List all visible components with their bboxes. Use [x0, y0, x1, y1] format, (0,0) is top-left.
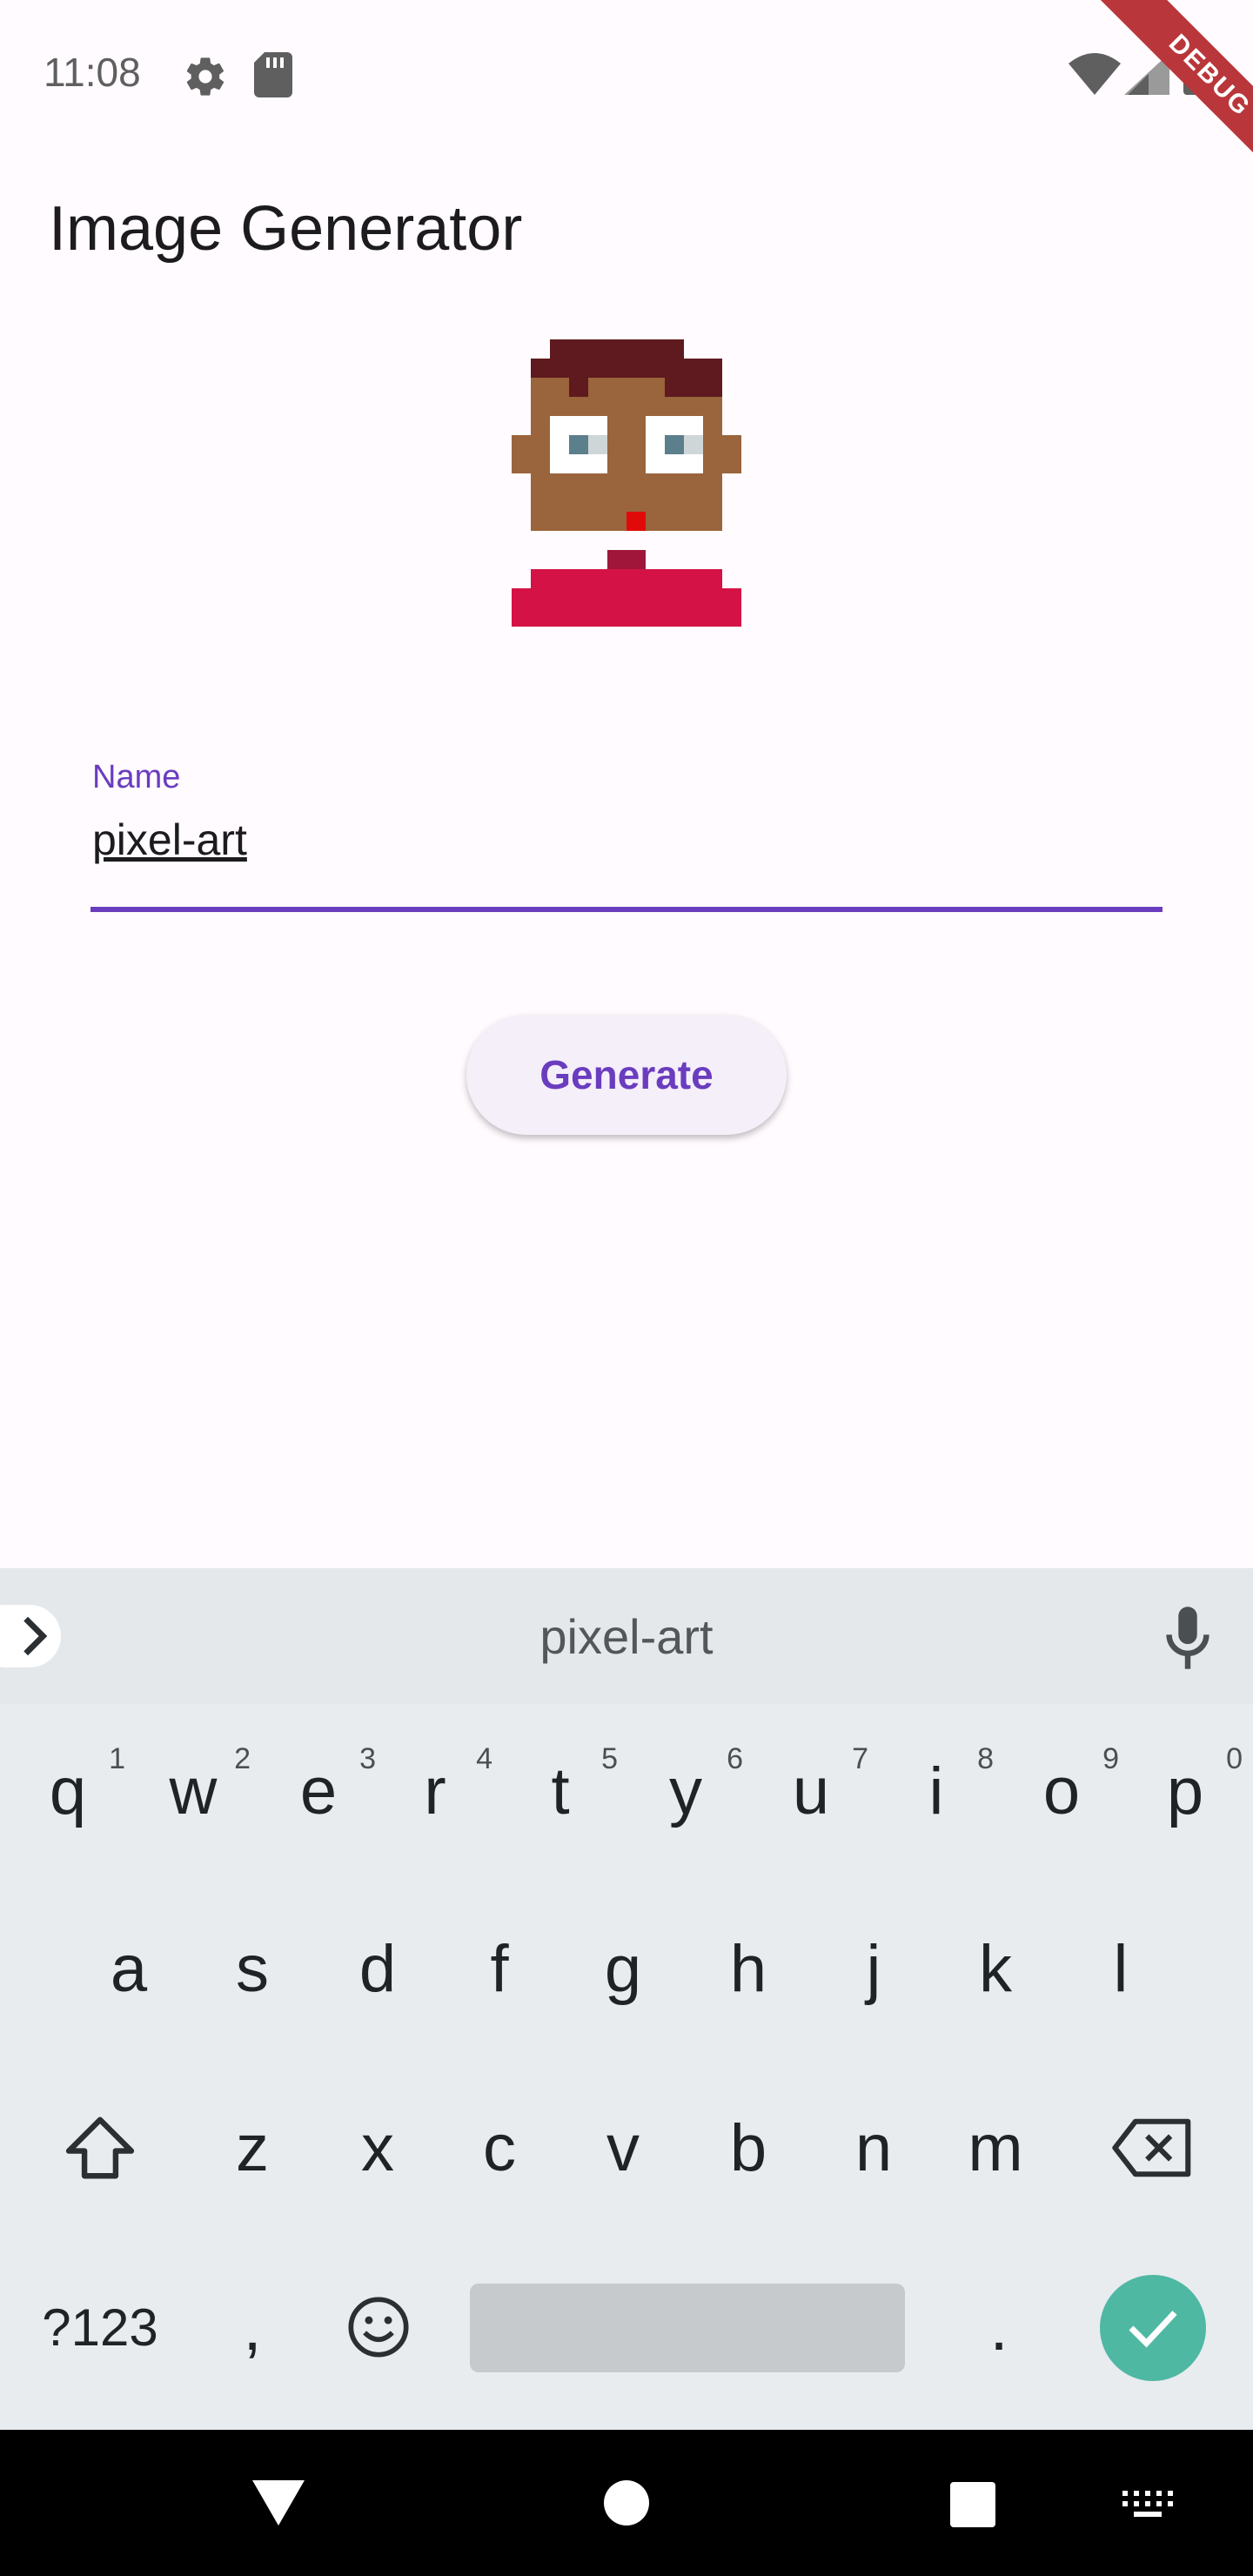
- debug-banner: DEBUG: [1079, 0, 1253, 174]
- symbols-key[interactable]: ?123: [17, 2240, 183, 2414]
- key-label: e: [299, 1754, 338, 1828]
- key-label: p: [1166, 1754, 1204, 1828]
- key-z[interactable]: z: [190, 2061, 315, 2235]
- key-p[interactable]: p0: [1122, 1704, 1248, 1878]
- key-d[interactable]: d: [315, 1882, 440, 2056]
- key-w[interactable]: w2: [131, 1704, 256, 1878]
- key-label: i: [928, 1754, 944, 1828]
- key-label: r: [424, 1754, 446, 1828]
- key-label: y: [669, 1754, 702, 1828]
- key-label: u: [792, 1754, 830, 1828]
- key-c[interactable]: c: [437, 2061, 562, 2235]
- enter-button[interactable]: [1100, 2275, 1206, 2381]
- key-hint: 6: [727, 1742, 743, 1775]
- key-hint: 9: [1102, 1742, 1119, 1775]
- status-time: 11:08: [44, 50, 141, 95]
- pixel-avatar-icon: [512, 339, 741, 627]
- key-j[interactable]: j: [811, 1882, 936, 2056]
- key-m[interactable]: m: [933, 2061, 1058, 2235]
- suggestion-word[interactable]: pixel-art: [0, 1608, 1253, 1665]
- status-bar: 11:08 DEBUG: [0, 0, 1253, 174]
- name-input[interactable]: [92, 809, 1161, 870]
- key-hint: 0: [1226, 1742, 1243, 1775]
- key-hint: 7: [852, 1742, 868, 1775]
- key-y[interactable]: y6: [623, 1704, 748, 1878]
- key-hint: 5: [601, 1742, 618, 1775]
- debug-banner-label: DEBUG: [1094, 0, 1253, 174]
- key-e[interactable]: e3: [256, 1704, 381, 1878]
- soft-keyboard: pixel-art q1 w2 e3 r4 t5 y6 u7 i8 o9 p0 …: [0, 1568, 1253, 2430]
- key-hint: 8: [977, 1742, 994, 1775]
- backspace-icon: [1112, 2118, 1191, 2177]
- backspace-key[interactable]: [1088, 2061, 1218, 2235]
- key-x[interactable]: x: [315, 2061, 440, 2235]
- key-n[interactable]: n: [811, 2061, 936, 2235]
- shift-icon: [65, 2116, 135, 2179]
- key-f[interactable]: f: [437, 1882, 562, 2056]
- name-field-label: Name: [92, 759, 181, 795]
- space-bar[interactable]: [470, 2284, 905, 2372]
- navigation-bar: [0, 2430, 1253, 2576]
- key-b[interactable]: b: [686, 2061, 811, 2235]
- mic-icon[interactable]: [1166, 1607, 1209, 1669]
- key-u[interactable]: u7: [748, 1704, 874, 1878]
- gear-icon: [186, 57, 224, 96]
- key-label: w: [169, 1754, 218, 1828]
- period-key[interactable]: .: [938, 2240, 1060, 2414]
- emoji-icon: [348, 2297, 409, 2358]
- key-a[interactable]: a: [66, 1882, 191, 2056]
- key-label: o: [1042, 1754, 1081, 1828]
- key-label: q: [49, 1754, 87, 1828]
- shift-key[interactable]: [35, 2061, 165, 2235]
- key-q[interactable]: q1: [5, 1704, 131, 1878]
- key-hint: 1: [109, 1742, 125, 1775]
- key-o[interactable]: o9: [999, 1704, 1124, 1878]
- sd-card-icon: [254, 52, 292, 97]
- key-hint: 2: [234, 1742, 251, 1775]
- home-icon[interactable]: [604, 2480, 649, 2526]
- key-s[interactable]: s: [190, 1882, 315, 2056]
- key-v[interactable]: v: [560, 2061, 686, 2235]
- key-t[interactable]: t5: [498, 1704, 623, 1878]
- key-i[interactable]: i8: [874, 1704, 999, 1878]
- keyboard-switch-icon[interactable]: [1122, 2491, 1173, 2520]
- recents-icon[interactable]: [950, 2482, 995, 2527]
- key-h[interactable]: h: [686, 1882, 811, 2056]
- name-input-underline: [90, 907, 1163, 912]
- key-label: t: [551, 1754, 570, 1828]
- page-title: Image Generator: [49, 194, 523, 264]
- emoji-key[interactable]: [313, 2240, 444, 2414]
- key-l[interactable]: l: [1058, 1882, 1183, 2056]
- key-k[interactable]: k: [933, 1882, 1058, 2056]
- enter-check-icon: [1129, 2311, 1177, 2348]
- comma-key[interactable]: ,: [191, 2240, 313, 2414]
- key-r[interactable]: r4: [372, 1704, 498, 1878]
- generate-button[interactable]: Generate: [466, 1015, 787, 1135]
- key-g[interactable]: g: [560, 1882, 686, 2056]
- suggestion-bar: pixel-art: [0, 1568, 1253, 1704]
- back-icon[interactable]: [252, 2480, 305, 2526]
- key-hint: 4: [476, 1742, 492, 1775]
